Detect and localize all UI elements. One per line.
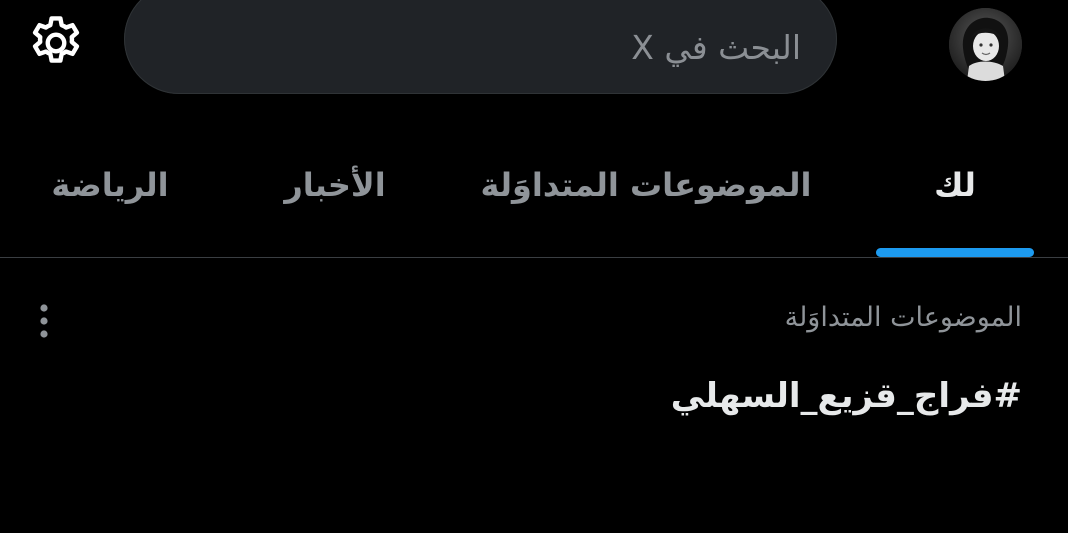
- gear-icon: [32, 16, 80, 63]
- tab-sports[interactable]: الرياضة: [30, 126, 190, 257]
- trend-item[interactable]: الموضوعات المتداوَلة #فراج_قزيع_السهلي: [0, 258, 1068, 458]
- tab-label: الأخبار: [284, 166, 386, 204]
- tab-for-you[interactable]: لك: [876, 126, 1034, 257]
- vertical-ellipsis-icon: [40, 304, 48, 338]
- trend-context: الموضوعات المتداوَلة: [784, 302, 1022, 333]
- explore-screen: لك الموضوعات المتداوَلة الأخبار الرياضة …: [0, 0, 1068, 533]
- avatar[interactable]: [949, 8, 1022, 81]
- search-input[interactable]: [158, 26, 803, 68]
- trend-hashtag[interactable]: #فراج_قزيع_السهلي: [671, 376, 1022, 416]
- active-tab-indicator: [876, 248, 1034, 257]
- settings-button[interactable]: [22, 12, 90, 74]
- explore-tabs: لك الموضوعات المتداوَلة الأخبار الرياضة: [0, 126, 1068, 257]
- trend-more-button[interactable]: [24, 298, 64, 344]
- tab-label: الرياضة: [51, 166, 169, 204]
- tab-news[interactable]: الأخبار: [260, 126, 410, 257]
- tab-label: لك: [934, 166, 976, 204]
- user-avatar-image: [949, 8, 1022, 81]
- tab-label: الموضوعات المتداوَلة: [480, 166, 812, 204]
- search-bar[interactable]: [124, 0, 837, 94]
- tab-trending[interactable]: الموضوعات المتداوَلة: [466, 126, 826, 257]
